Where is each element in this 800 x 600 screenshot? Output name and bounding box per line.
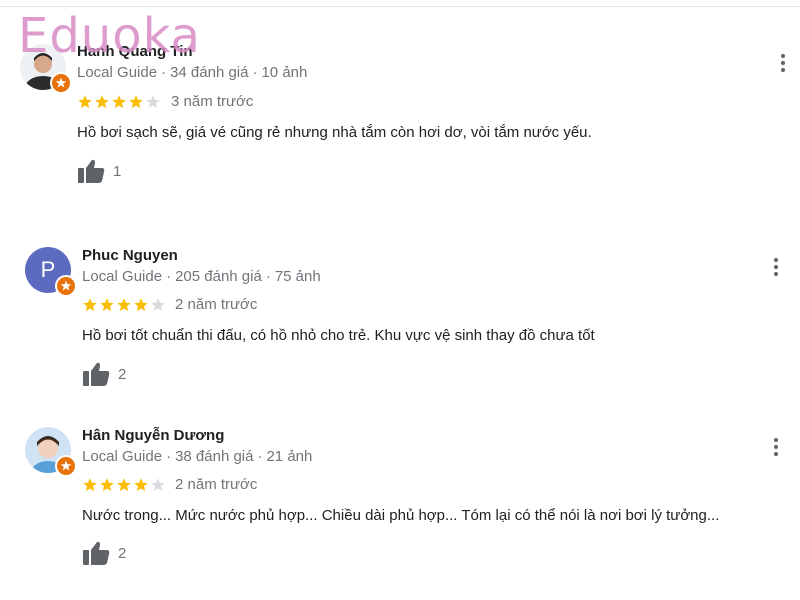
- thumbs-up-icon: [78, 159, 105, 183]
- avatar[interactable]: [25, 427, 77, 477]
- reviewer-name[interactable]: Hân Nguyễn Dương: [82, 427, 224, 444]
- local-guide-badge-icon: [55, 455, 77, 477]
- avatar[interactable]: [20, 44, 72, 94]
- avatar[interactable]: P: [25, 247, 77, 297]
- star-filled-icon: [95, 95, 109, 109]
- local-guide-label: Local Guide: [82, 448, 163, 465]
- review-text: Hồ bơi sạch sẽ, giá vé cũng rẻ nhưng nhà…: [77, 124, 592, 141]
- star-filled-icon: [134, 298, 148, 312]
- thumbs-up-icon: [83, 362, 110, 386]
- star-empty-icon: [146, 95, 160, 109]
- review-count: 34 đánh giá: [170, 64, 249, 81]
- top-divider: [0, 6, 800, 7]
- star-filled-icon: [134, 478, 148, 492]
- review-time: 2 năm trước: [175, 296, 258, 313]
- star-filled-icon: [83, 298, 97, 312]
- star-filled-icon: [129, 95, 143, 109]
- photo-count: 10 ảnh: [261, 64, 308, 81]
- star-filled-icon: [100, 478, 114, 492]
- like-count: 2: [118, 366, 127, 383]
- local-guide-label: Local Guide: [77, 64, 158, 81]
- star-empty-icon: [151, 478, 165, 492]
- local-guide-badge-icon: [50, 72, 72, 94]
- review-count: 38 đánh giá: [175, 448, 254, 465]
- review-count: 205 đánh giá: [175, 268, 262, 285]
- star-rating: [77, 94, 162, 110]
- star-filled-icon: [78, 95, 92, 109]
- star-filled-icon: [100, 298, 114, 312]
- star-filled-icon: [117, 298, 131, 312]
- review-time: 2 năm trước: [175, 476, 258, 493]
- review-time: 3 năm trước: [171, 93, 254, 110]
- more-vert-icon[interactable]: [772, 436, 780, 458]
- more-vert-icon[interactable]: [779, 52, 787, 74]
- photo-count: 75 ảnh: [274, 268, 321, 285]
- review-text: Nước trong... Mức nước phủ hợp... Chiều …: [82, 507, 720, 524]
- local-guide-label: Local Guide: [82, 268, 163, 285]
- review-text: Hồ bơi tốt chuẩn thi đấu, có hồ nhỏ cho …: [82, 327, 595, 344]
- reviewer-meta: Local Guide · 205 đánh giá · 75 ảnh: [82, 268, 321, 285]
- reviewer-meta: Local Guide · 34 đánh giá · 10 ảnh: [77, 64, 308, 81]
- star-empty-icon: [151, 298, 165, 312]
- star-rating: [82, 297, 167, 313]
- reviewer-meta: Local Guide · 38 đánh giá · 21 ảnh: [82, 448, 313, 465]
- like-count: 2: [118, 545, 127, 562]
- star-filled-icon: [117, 478, 131, 492]
- star-rating: [82, 477, 167, 493]
- star-filled-icon: [83, 478, 97, 492]
- star-filled-icon: [112, 95, 126, 109]
- more-vert-icon[interactable]: [772, 256, 780, 278]
- thumbs-up-icon: [83, 541, 110, 565]
- reviewer-name[interactable]: Phuc Nguyen: [82, 247, 178, 264]
- local-guide-badge-icon: [55, 275, 77, 297]
- photo-count: 21 ảnh: [266, 448, 313, 465]
- like-count: 1: [113, 163, 122, 180]
- reviewer-name[interactable]: Hanh Quang Tin: [77, 43, 193, 60]
